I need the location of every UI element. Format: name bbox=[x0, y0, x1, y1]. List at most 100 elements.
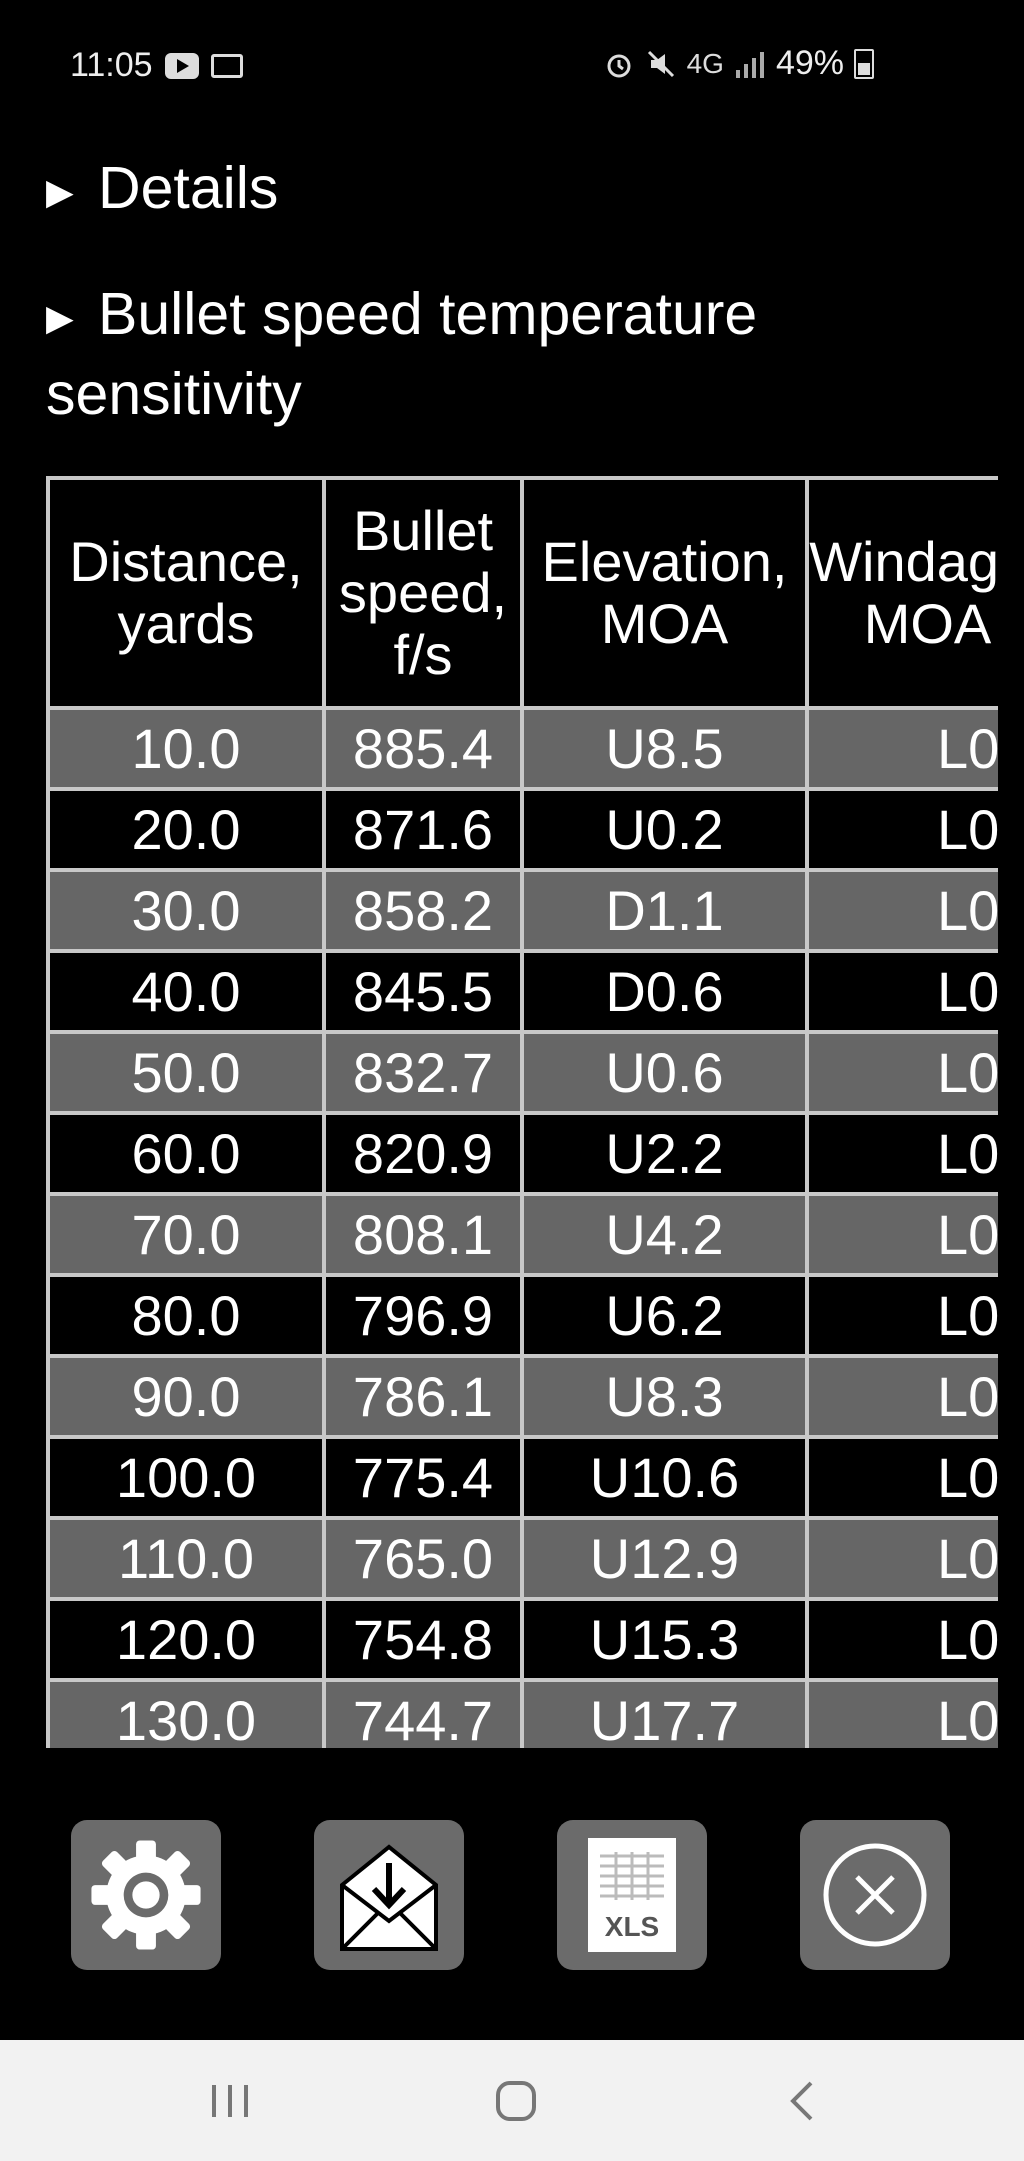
table-row: 50.0832.7U0.6L0.3 bbox=[46, 1030, 998, 1115]
cell-elevation: U8.5 bbox=[520, 706, 809, 791]
cell-elevation: U0.2 bbox=[520, 787, 809, 872]
back-icon bbox=[790, 2081, 813, 2120]
sensitivity-label: Bullet speed temperature sensitivity bbox=[46, 281, 758, 428]
cell-speed: 885.4 bbox=[322, 706, 524, 791]
table-row: 60.0820.9U2.2L0.3 bbox=[46, 1111, 998, 1196]
cell-speed: 832.7 bbox=[322, 1030, 524, 1115]
export-xls-button[interactable]: XLS bbox=[557, 1820, 707, 1970]
cell-distance: 130.0 bbox=[46, 1678, 326, 1748]
cell-elevation: U2.2 bbox=[520, 1111, 809, 1196]
cell-windage: L0.3 bbox=[805, 1597, 998, 1682]
home-button[interactable] bbox=[456, 2040, 576, 2161]
cell-windage: L0.3 bbox=[805, 1192, 998, 1277]
cell-elevation: U4.2 bbox=[520, 1192, 809, 1277]
gear-icon bbox=[91, 1840, 201, 1950]
close-button[interactable] bbox=[800, 1820, 950, 1970]
email-download-button[interactable] bbox=[314, 1820, 464, 1970]
cell-windage: L0.3 bbox=[805, 1678, 998, 1748]
cell-speed: 744.7 bbox=[322, 1678, 524, 1748]
header-distance: Distance, yards bbox=[46, 476, 326, 710]
cell-speed: 765.0 bbox=[322, 1516, 524, 1601]
status-left: 11:05 bbox=[70, 46, 243, 85]
battery-percent: 49% bbox=[775, 44, 844, 82]
mail-icon bbox=[210, 53, 243, 78]
header-bullet-speed: Bullet speed, f/s bbox=[322, 476, 524, 710]
system-nav-bar bbox=[0, 2040, 1024, 2161]
cell-distance: 70.0 bbox=[46, 1192, 326, 1277]
details-summary[interactable]: ▶ Details bbox=[46, 150, 278, 230]
header-elevation: Elevation, MOA bbox=[520, 476, 809, 710]
cell-elevation: U0.6 bbox=[520, 1030, 809, 1115]
signal-icon bbox=[735, 51, 764, 78]
cell-elevation: U6.2 bbox=[520, 1273, 809, 1358]
cell-windage: L0.2 bbox=[805, 787, 998, 872]
cell-speed: 796.9 bbox=[322, 1273, 524, 1358]
cell-distance: 120.0 bbox=[46, 1597, 326, 1682]
cell-elevation: U10.6 bbox=[520, 1435, 809, 1520]
cell-windage: L0.3 bbox=[805, 1030, 998, 1115]
table-row: 10.0885.4U8.5L0.2 bbox=[46, 706, 998, 791]
xls-label: XLS bbox=[605, 1911, 659, 1942]
recents-button[interactable] bbox=[170, 2040, 290, 2161]
cell-windage: L0.3 bbox=[805, 1435, 998, 1520]
cell-elevation: U12.9 bbox=[520, 1516, 809, 1601]
home-icon bbox=[496, 2080, 536, 2121]
expand-arrow-icon: ▶ bbox=[46, 297, 74, 339]
bottom-toolbar: XLS bbox=[0, 1820, 1024, 1970]
table-row: 120.0754.8U15.3L0.3 bbox=[46, 1597, 998, 1682]
cell-windage: L0.3 bbox=[805, 1111, 998, 1196]
network-label: 4G bbox=[686, 47, 724, 79]
cell-distance: 100.0 bbox=[46, 1435, 326, 1520]
cell-elevation: D1.1 bbox=[520, 868, 809, 953]
table-row: 110.0765.0U12.9L0.3 bbox=[46, 1516, 998, 1601]
cell-speed: 786.1 bbox=[322, 1354, 524, 1439]
cell-windage: L0.2 bbox=[805, 1273, 998, 1358]
cell-speed: 845.5 bbox=[322, 949, 524, 1034]
cell-speed: 754.8 bbox=[322, 1597, 524, 1682]
table-row: 40.0845.5D0.6L0.2 bbox=[46, 949, 998, 1034]
cell-elevation: U8.3 bbox=[520, 1354, 809, 1439]
ballistics-table: Distance, yards Bullet speed, f/s Elevat… bbox=[46, 476, 998, 1748]
close-icon bbox=[823, 1843, 927, 1947]
table-header-row: Distance, yards Bullet speed, f/s Elevat… bbox=[46, 476, 998, 710]
cell-windage: L0.3 bbox=[805, 1354, 998, 1439]
cell-distance: 50.0 bbox=[46, 1030, 326, 1115]
cell-speed: 858.2 bbox=[322, 868, 524, 953]
expand-arrow-icon: ▶ bbox=[46, 171, 74, 213]
table-row: 30.0858.2D1.1L0.3 bbox=[46, 868, 998, 953]
cell-speed: 775.4 bbox=[322, 1435, 524, 1520]
table-row: 130.0744.7U17.7L0.3 bbox=[46, 1678, 998, 1748]
cell-distance: 10.0 bbox=[46, 706, 326, 791]
table-row: 20.0871.6U0.2L0.2 bbox=[46, 787, 998, 872]
cell-windage: L0.3 bbox=[805, 868, 998, 953]
settings-button[interactable] bbox=[71, 1820, 221, 1970]
status-time: 11:05 bbox=[70, 46, 153, 84]
cell-distance: 30.0 bbox=[46, 868, 326, 953]
table-row: 80.0796.9U6.2L0.2 bbox=[46, 1273, 998, 1358]
cell-elevation: D0.6 bbox=[520, 949, 809, 1034]
header-windage: Windage, MOA bbox=[805, 476, 998, 710]
cell-distance: 60.0 bbox=[46, 1111, 326, 1196]
back-button[interactable] bbox=[742, 2040, 862, 2161]
cell-windage: L0.3 bbox=[805, 1516, 998, 1601]
cell-windage: L0.2 bbox=[805, 949, 998, 1034]
table-row: 70.0808.1U4.2L0.3 bbox=[46, 1192, 998, 1277]
cell-distance: 110.0 bbox=[46, 1516, 326, 1601]
table-row: 100.0775.4U10.6L0.3 bbox=[46, 1435, 998, 1520]
recents-icon bbox=[212, 2084, 248, 2117]
cell-elevation: U15.3 bbox=[520, 1597, 809, 1682]
battery-icon bbox=[854, 48, 874, 79]
cell-elevation: U17.7 bbox=[520, 1678, 809, 1748]
cell-speed: 871.6 bbox=[322, 787, 524, 872]
details-label: Details bbox=[98, 155, 279, 221]
alarm-icon bbox=[607, 54, 631, 77]
spreadsheet-icon: XLS bbox=[588, 1838, 676, 1952]
mute-icon bbox=[647, 50, 674, 77]
cell-distance: 20.0 bbox=[46, 787, 326, 872]
ballistics-table-container[interactable]: Distance, yards Bullet speed, f/s Elevat… bbox=[46, 476, 998, 1748]
status-right: 4G 49% bbox=[603, 44, 874, 83]
sensitivity-summary[interactable]: ▶ Bullet speed temperature sensitivity bbox=[46, 276, 966, 432]
table-row: 90.0786.1U8.3L0.3 bbox=[46, 1354, 998, 1439]
cell-distance: 90.0 bbox=[46, 1354, 326, 1439]
cell-distance: 80.0 bbox=[46, 1273, 326, 1358]
